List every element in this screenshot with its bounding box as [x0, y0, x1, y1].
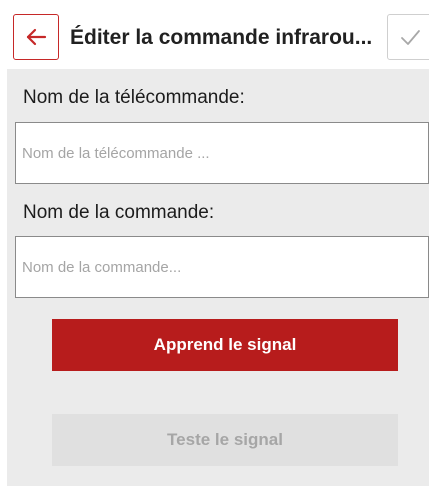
command-name-input[interactable] [15, 236, 429, 298]
remote-name-label: Nom de la télécommande: [23, 87, 245, 108]
check-icon [401, 30, 420, 45]
remote-name-input[interactable] [15, 122, 429, 184]
command-name-label: Nom de la commande: [23, 202, 215, 223]
confirm-button[interactable] [387, 14, 429, 60]
page-title: Éditer la commande infrarou... [70, 26, 373, 49]
arrow-left-icon [26, 28, 47, 46]
app-header: Éditer la commande infrarou... [7, 7, 429, 69]
back-button[interactable] [13, 14, 59, 60]
edit-ir-command-screen: Éditer la commande infrarou... Nom de la… [7, 7, 429, 486]
test-signal-button[interactable]: Teste le signal [52, 414, 398, 466]
learn-signal-button[interactable]: Apprend le signal [52, 319, 398, 371]
